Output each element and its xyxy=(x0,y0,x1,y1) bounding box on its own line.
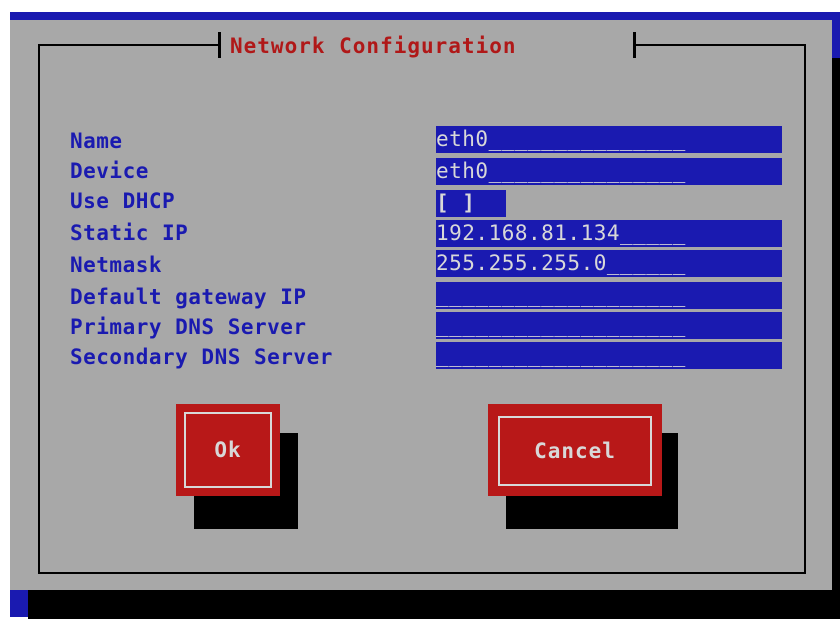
label-secondary-dns: Secondary DNS Server xyxy=(70,345,333,369)
label-name: Name xyxy=(70,129,123,153)
secondary-dns-input[interactable]: ___________________ xyxy=(436,342,782,369)
terminal-screen: Network Configuration Name Device Use DH… xyxy=(0,0,840,619)
label-static-ip: Static IP xyxy=(70,221,189,245)
primary-dns-input[interactable]: ___________________ xyxy=(436,312,782,339)
ok-button-label[interactable]: Ok xyxy=(184,412,272,488)
title-bracket-left xyxy=(218,32,221,58)
cancel-button-label[interactable]: Cancel xyxy=(498,416,652,486)
name-input[interactable]: eth0_______________ xyxy=(436,126,782,153)
default-gateway-input[interactable]: ___________________ xyxy=(436,282,782,309)
static-ip-input[interactable]: 192.168.81.134_____ xyxy=(436,220,782,247)
label-device: Device xyxy=(70,159,149,183)
title-bracket-right xyxy=(633,32,636,58)
label-netmask: Netmask xyxy=(70,253,163,277)
cancel-button[interactable]: Cancel xyxy=(488,404,662,496)
device-input[interactable]: eth0_______________ xyxy=(436,158,782,185)
dialog-title: Network Configuration xyxy=(230,34,517,58)
use-dhcp-checkbox[interactable]: [ ] xyxy=(436,190,506,217)
label-default-gateway: Default gateway IP xyxy=(70,285,307,309)
label-use-dhcp: Use DHCP xyxy=(70,189,176,213)
ok-button[interactable]: Ok xyxy=(176,404,280,496)
dialog-shadow-bottom xyxy=(28,590,840,619)
netmask-input[interactable]: 255.255.255.0______ xyxy=(436,250,782,277)
label-primary-dns: Primary DNS Server xyxy=(70,315,307,339)
